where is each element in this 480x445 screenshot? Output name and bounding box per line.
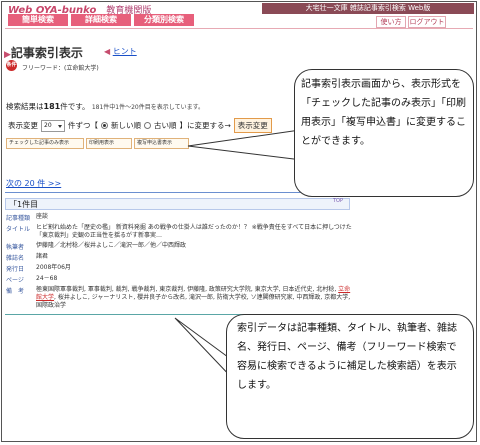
callout-index-data: 索引データは記事種類、タイトル、執筆者、雑誌名、発行日、ページ、備考（フリーワー… [226,314,474,439]
callout-format: 記事索引表示画面から、表示形式を「チェックした記事のみ表示」「印刷用表示」「複写… [294,69,474,197]
